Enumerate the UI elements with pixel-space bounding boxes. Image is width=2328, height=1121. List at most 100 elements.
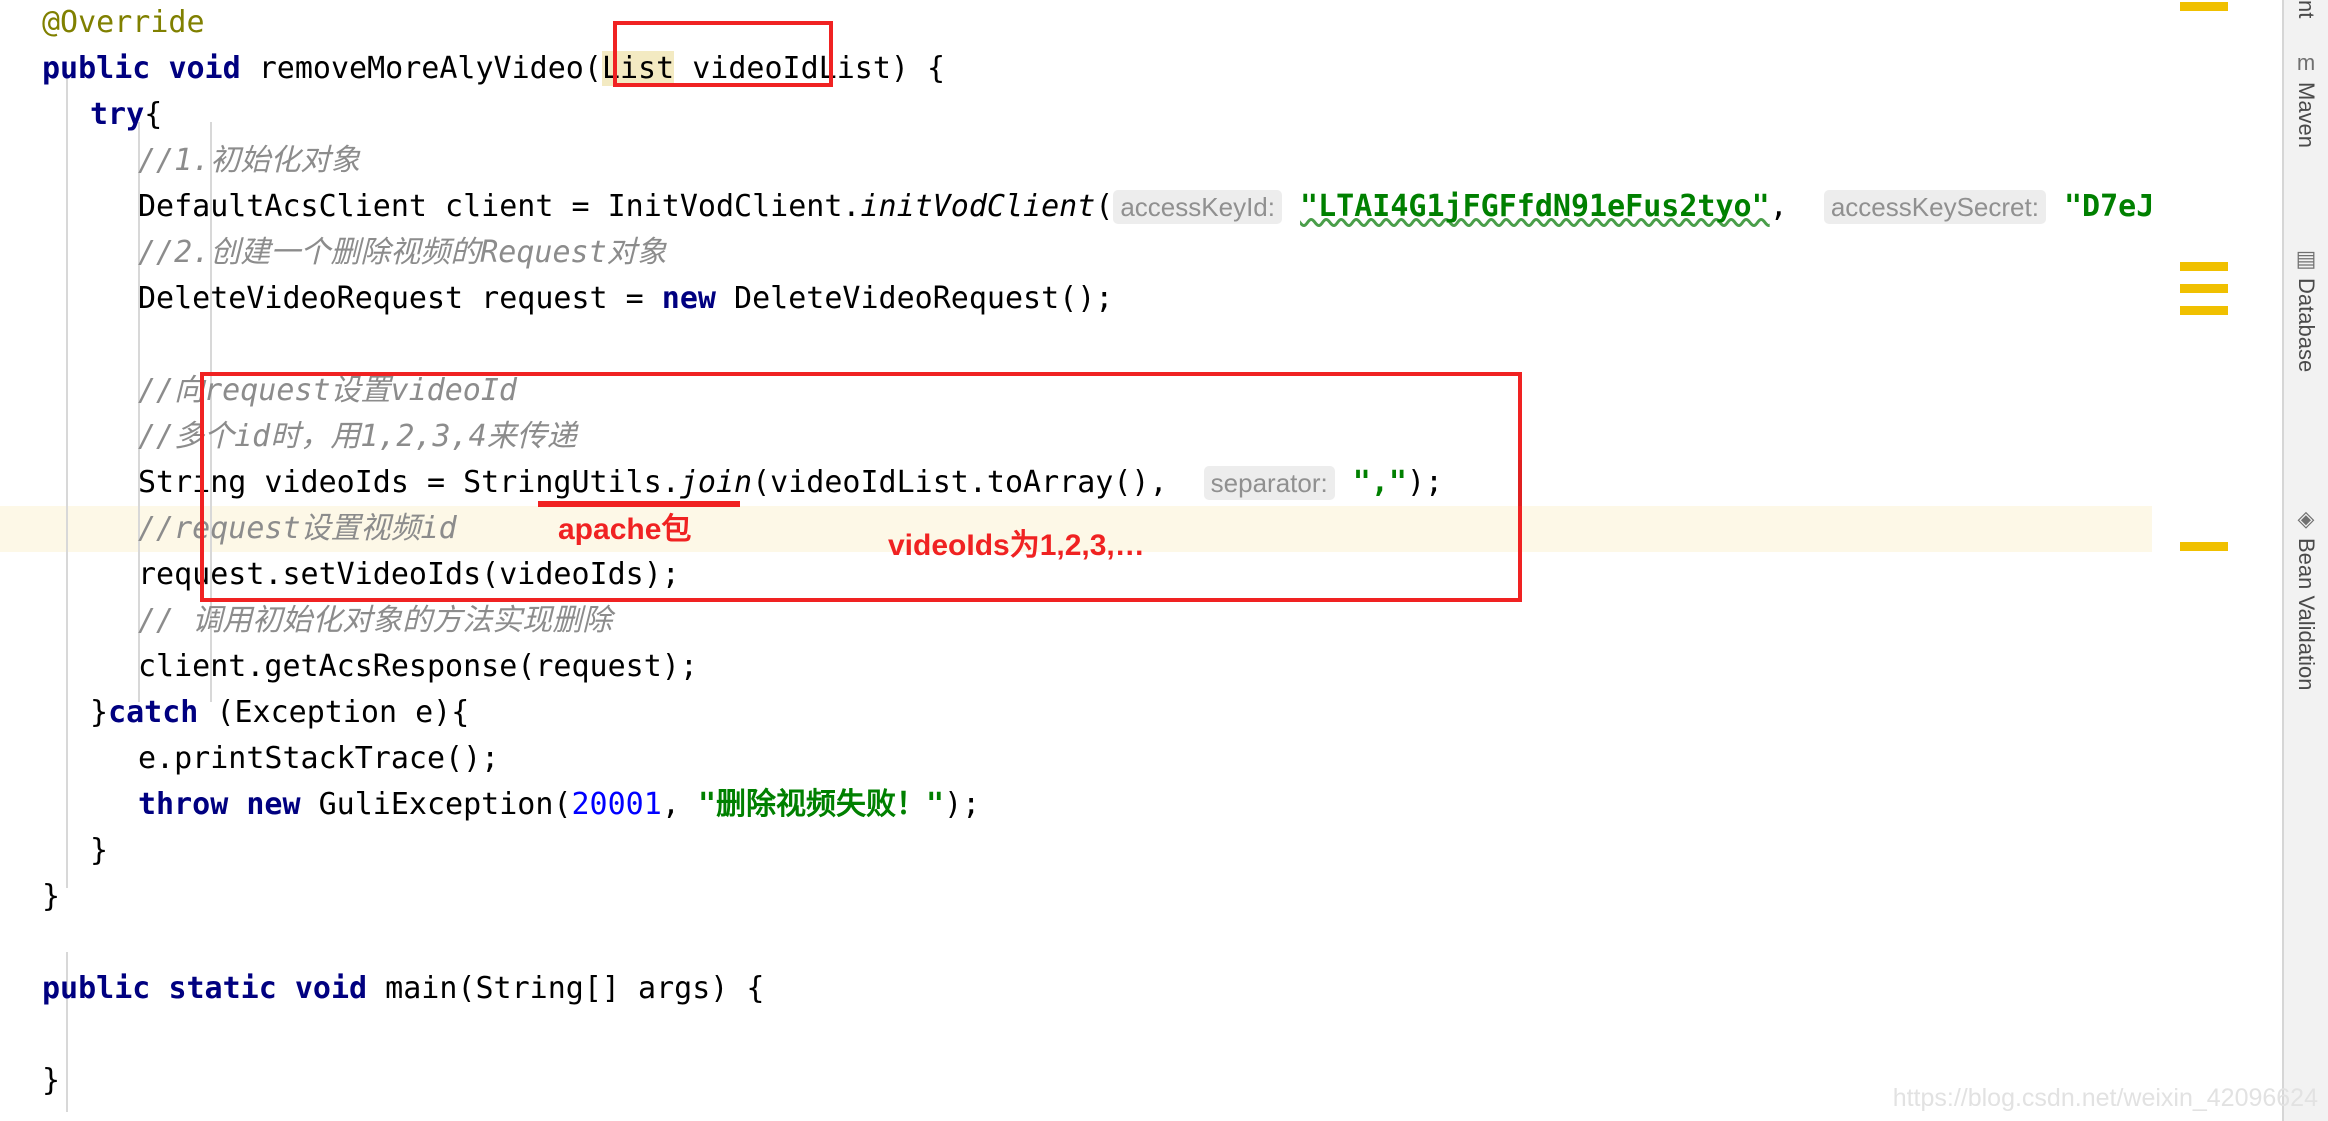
code-line[interactable]: //1.初始化对象 xyxy=(0,138,360,184)
code-token: ); xyxy=(1406,465,1444,500)
code-token: ( xyxy=(1095,189,1114,224)
code-token: ); xyxy=(944,787,981,822)
database-tool-button-label: Database xyxy=(2294,278,2319,373)
string-literal: "D7eJOur xyxy=(2064,189,2152,224)
bean-validation-tool-button-label: Bean Validation xyxy=(2294,538,2319,691)
keyword-token: static xyxy=(168,971,277,1006)
keyword-token: catch xyxy=(108,695,199,730)
code-comment: //request设置视频id xyxy=(138,511,457,546)
string-literal: "," xyxy=(1352,465,1407,500)
code-line[interactable]: @Override xyxy=(0,0,205,46)
code-token: initVodClient xyxy=(860,189,1096,224)
code-token: e.printStackTrace(); xyxy=(138,741,500,776)
code-line[interactable] xyxy=(0,322,138,368)
ant-tool-button-label: nt xyxy=(2294,0,2319,19)
code-token: DeleteVideoRequest request = xyxy=(138,281,662,316)
code-comment: //1.初始化对象 xyxy=(138,143,361,178)
annotation-token: @Override xyxy=(42,5,205,40)
code-line[interactable]: client.getAcsResponse(request); xyxy=(0,644,698,690)
code-token: main(String[] args) { xyxy=(367,971,765,1006)
scrollbar-marker-gutter[interactable] xyxy=(2152,0,2158,1121)
code-line[interactable]: String videoIds = StringUtils.join(video… xyxy=(0,460,1443,506)
apache-package-note: apache包 xyxy=(558,513,692,546)
text-caret xyxy=(1518,460,1522,506)
code-token: videoIdList) { xyxy=(674,51,946,86)
code-editor-area[interactable]: @Override public void removeMoreAlyVideo(… xyxy=(0,0,2152,1121)
warning-marker-3[interactable] xyxy=(2180,306,2228,315)
keyword-token: void xyxy=(168,51,241,86)
code-line[interactable]: public static void main(String[] args) { xyxy=(0,966,764,1012)
right-tool-window-stripe[interactable]: nt m Maven ▤ Database ◈ Bean Validation xyxy=(2282,0,2328,1121)
code-token: client.getAcsResponse(request); xyxy=(138,649,698,684)
code-line[interactable] xyxy=(0,920,42,966)
code-token: { xyxy=(144,97,163,132)
code-token: } xyxy=(42,1063,61,1098)
code-comment: // 调用初始化对象的方法实现删除 xyxy=(138,603,613,638)
code-line[interactable]: public void removeMoreAlyVideo(List vide… xyxy=(0,46,945,92)
code-line[interactable] xyxy=(0,1012,42,1058)
code-token: , xyxy=(1769,189,1824,224)
code-token: GuliException( xyxy=(300,787,572,822)
keyword-token: public xyxy=(42,971,151,1006)
code-line[interactable]: //向request设置videoId xyxy=(0,368,517,414)
parameter-hint: accessKeyId: xyxy=(1113,190,1282,224)
code-line[interactable]: }catch (Exception e){ xyxy=(0,690,469,736)
bean-validation-tool-button[interactable]: ◈ Bean Validation xyxy=(2284,508,2328,858)
string-literal: "删除视频失败！" xyxy=(697,787,945,822)
code-line[interactable]: //2.创建一个删除视频的Request对象 xyxy=(0,230,667,276)
keyword-token: public xyxy=(42,51,151,86)
code-token: DefaultAcsClient client = InitVodClient. xyxy=(138,189,861,224)
code-token: } xyxy=(90,695,109,730)
code-line[interactable]: } xyxy=(0,828,108,874)
code-token: (Exception e){ xyxy=(198,695,470,730)
number-literal: 20001 xyxy=(571,787,662,822)
ide-editor-screenshot: @Override public void removeMoreAlyVideo(… xyxy=(0,0,2328,1121)
code-token: request.setVideoIds(videoIds); xyxy=(138,557,680,592)
code-token: join xyxy=(679,465,753,500)
code-line[interactable]: } xyxy=(0,874,60,920)
code-token: String videoIds = StringUtils. xyxy=(138,465,680,500)
warning-marker-top[interactable] xyxy=(2180,2,2228,11)
code-line[interactable]: //request设置视频id xyxy=(0,506,457,552)
code-line[interactable]: request.setVideoIds(videoIds); xyxy=(0,552,680,598)
code-line[interactable]: // 调用初始化对象的方法实现删除 xyxy=(0,598,612,644)
code-line[interactable]: DefaultAcsClient client = InitVodClient.… xyxy=(0,184,2152,230)
maven-tool-button-label: Maven xyxy=(2294,82,2319,149)
keyword-token: throw xyxy=(138,787,229,822)
warning-marker-1[interactable] xyxy=(2180,262,2228,271)
code-line[interactable]: DeleteVideoRequest request = new DeleteV… xyxy=(0,276,1113,322)
warning-marker-4[interactable] xyxy=(2180,542,2228,551)
maven-tool-button[interactable]: m Maven xyxy=(2284,52,2328,242)
keyword-token: try xyxy=(90,97,145,132)
warning-marker-2[interactable] xyxy=(2180,284,2228,293)
code-line[interactable]: //多个id时，用1,2,3,4来传递 xyxy=(0,414,577,460)
csdn-watermark: https://blog.csdn.net/weixin_42096624 xyxy=(1892,1084,2318,1112)
parameter-hint: accessKeySecret: xyxy=(1823,190,2046,224)
videoids-format-note: videoIds为1,2,3,… xyxy=(888,529,1145,562)
code-token: removeMoreAlyVideo( xyxy=(240,51,602,86)
highlighted-identifier: List xyxy=(601,51,675,86)
code-line[interactable]: } xyxy=(0,1058,60,1104)
code-token: (videoIdList.toArray(), xyxy=(752,465,1204,500)
code-token: DeleteVideoRequest(); xyxy=(715,281,1114,316)
keyword-token: new xyxy=(661,281,716,316)
code-token: , xyxy=(661,787,698,822)
maven-icon: m xyxy=(2296,50,2316,75)
code-line[interactable]: e.printStackTrace(); xyxy=(0,736,499,782)
database-icon: ▤ xyxy=(2295,246,2317,271)
code-comment: //多个id时，用1,2,3,4来传递 xyxy=(138,419,577,454)
code-comment: //2.创建一个删除视频的Request对象 xyxy=(138,235,667,270)
database-tool-button[interactable]: ▤ Database xyxy=(2284,248,2328,498)
code-comment: //向request设置videoId xyxy=(138,373,517,408)
code-token: } xyxy=(42,879,61,914)
string-literal: "LTAI4G1jFGFfdN91eFus2tyo" xyxy=(1300,189,1770,224)
code-line[interactable]: try{ xyxy=(0,92,162,138)
code-token: } xyxy=(90,833,109,868)
code-line[interactable]: throw new GuliException(20001, "删除视频失败！"… xyxy=(0,782,980,828)
parameter-hint: separator: xyxy=(1203,466,1335,500)
